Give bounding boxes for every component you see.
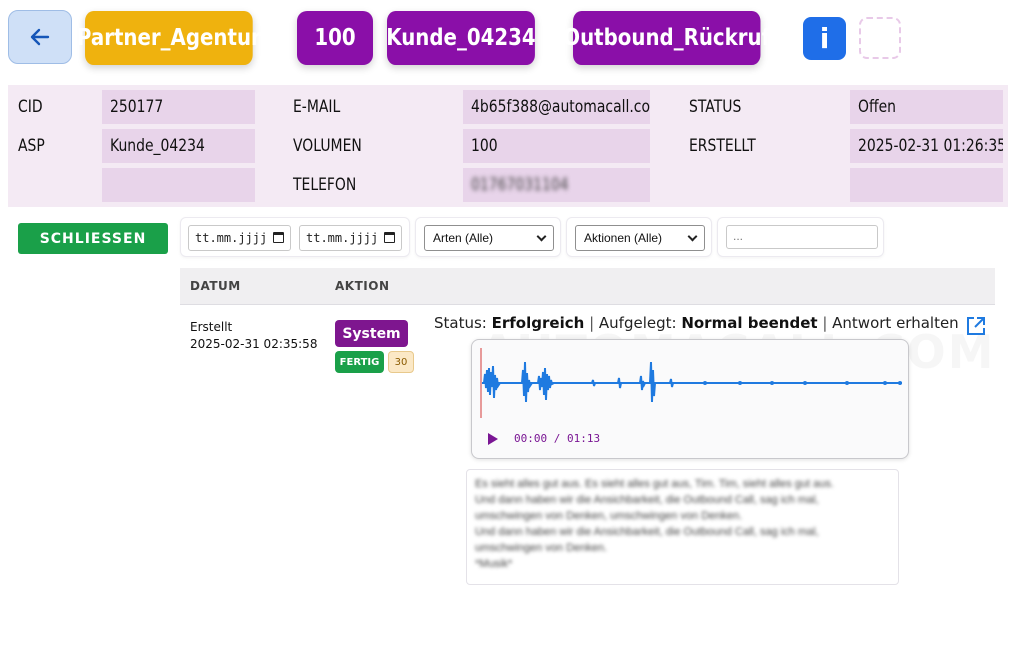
row-divider [180,304,995,305]
search-filter-card: ... [717,217,884,257]
erstellt-value: 2025-02-31 01:26:35 [850,129,1003,163]
count-badge: 30 [388,351,414,373]
call-status-line: Status: Erfolgreich | Aufgelegt: Normal … [434,314,959,332]
telefon-value: 01767031104 [463,168,650,202]
asp-value: Kunde_04234 [102,129,255,163]
waveform[interactable] [472,340,910,420]
play-button[interactable] [486,432,500,446]
empty-value-2 [850,168,1003,202]
arrow-left-icon [30,28,50,46]
actions-filter-card: Aktionen (Alle) [566,217,712,257]
table-header: DATUM AKTION [180,268,995,304]
asp-label: ASP [18,136,45,156]
calendar-icon [273,232,284,243]
audio-time: 00:00 / 01:13 [514,432,601,445]
audio-player[interactable]: 00:00 / 01:13 [471,339,909,459]
volume-pill[interactable]: 100 [297,11,373,65]
partner-pill-label: Partner_Agentur [76,25,261,51]
email-value: 4b65f388@automacall.com [463,90,650,124]
date-to-input[interactable]: tt.mm.jjjj [299,225,402,251]
customer-pill-label: Kunde_04234 [386,25,536,51]
empty-slot [859,17,901,59]
cid-label: CID [18,97,43,117]
external-link-icon[interactable] [965,315,987,337]
status-label: STATUS [689,97,742,117]
transcript-box: Es sieht alles gut aus. Es sieht alles g… [466,469,899,585]
col-aktion[interactable]: AKTION [335,268,389,304]
call-status-value: Erfolgreich [491,314,585,332]
transcript-line: Und dann haben wir die Ansichbarkeit, di… [475,494,819,506]
volumen-label: VOLUMEN [293,136,362,156]
transcript-line: *Musik* [475,558,513,570]
row-datum-label: Erstellt [190,320,233,334]
answer-text: Antwort erhalten [832,314,959,332]
customer-pill[interactable]: Kunde_04234 [386,11,536,65]
telefon-label: TELEFON [293,175,357,195]
info-panel: CID 250177 ASP Kunde_04234 E-MAIL 4b65f3… [8,85,1008,207]
actions-select[interactable]: Aktionen (Alle) [575,225,705,251]
back-button[interactable] [8,10,72,64]
search-input[interactable]: ... [726,225,878,249]
volume-pill-label: 100 [314,25,356,51]
calendar-icon [384,232,395,243]
info-button[interactable]: i [803,17,846,60]
transcript-line: Es sieht alles gut aus. Es sieht alles g… [475,478,834,490]
actor-badge: System [335,320,408,347]
row-datum-value: 2025-02-31 02:35:58 [190,337,318,351]
state-badge: FERTIG [335,351,384,373]
partner-pill[interactable]: Partner_Agentur [77,11,261,65]
status-value: Offen [850,90,1003,124]
col-datum[interactable]: DATUM [190,268,241,304]
chevron-down-icon [687,231,698,242]
empty-value [102,168,255,202]
transcript-line: Und dann haben wir die Ansichbarkeit, di… [475,526,819,538]
types-select[interactable]: Arten (Alle) [424,225,554,251]
play-icon [488,433,498,445]
date-filter-card: tt.mm.jjjj tt.mm.jjjj [180,217,410,257]
transcript-line: umschwingen von Denken. [475,542,608,554]
close-button[interactable]: SCHLIESSEN [18,223,168,254]
hangup-value: Normal beendet [681,314,818,332]
cid-value: 250177 [102,90,255,124]
email-label: E-MAIL [293,97,341,117]
types-filter-card: Arten (Alle) [415,217,561,257]
date-from-input[interactable]: tt.mm.jjjj [188,225,291,251]
erstellt-label: ERSTELLT [689,136,756,156]
chevron-down-icon [536,231,547,242]
campaign-pill-label: Outbound_Rückruf [563,25,771,51]
volumen-value: 100 [463,129,650,163]
info-icon: i [819,22,830,55]
transcript-line: umschwingen von Denken, umschwingen von … [475,510,743,522]
campaign-pill[interactable]: Outbound_Rückruf [563,11,770,65]
